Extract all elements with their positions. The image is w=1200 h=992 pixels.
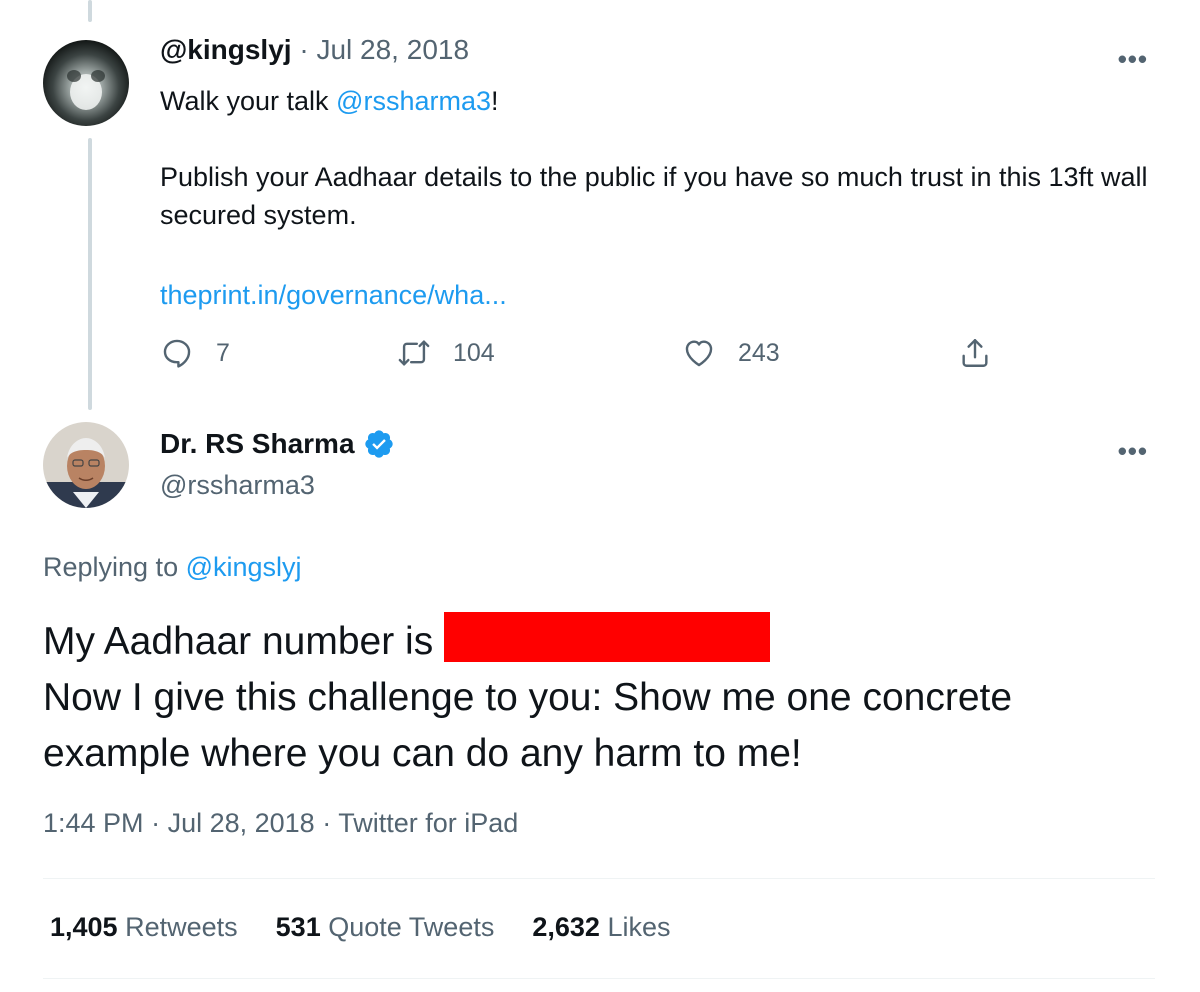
divider-bottom: [43, 978, 1155, 979]
verified-badge-icon: [364, 430, 393, 458]
main-text-line1: My Aadhaar number is: [43, 620, 445, 663]
likes-stat[interactable]: 2,632 Likes: [532, 912, 670, 943]
tweet-date[interactable]: Jul 28, 2018: [316, 34, 469, 65]
author-name[interactable]: Dr. RS Sharma: [160, 428, 355, 460]
retweets-label: Retweets: [125, 912, 238, 942]
replying-to: Replying to @kingslyj: [43, 552, 302, 583]
tweet-date-main[interactable]: Jul 28, 2018: [168, 808, 315, 838]
more-options-icon-main[interactable]: •••: [1118, 438, 1148, 464]
tweet-source[interactable]: Twitter for iPad: [338, 808, 518, 838]
kingslyj-avatar[interactable]: [43, 40, 129, 126]
tweet-text-end: !: [491, 86, 499, 116]
retweet-icon: [398, 340, 430, 366]
quotes-count: 531: [275, 912, 321, 942]
like-count: 243: [738, 338, 780, 367]
retweet-count: 104: [453, 338, 495, 367]
tweet-actions: 7 104 243: [160, 336, 1020, 380]
retweets-stat[interactable]: 1,405 Retweets: [50, 912, 238, 943]
redaction-box: [444, 612, 771, 662]
reply-count: 7: [216, 338, 230, 367]
meta-separator-2: ·: [322, 808, 339, 838]
share-button[interactable]: [958, 336, 1014, 370]
tweet-text-line1: Walk your talk @rssharma3!: [160, 82, 1150, 120]
reply-icon: [163, 339, 191, 368]
more-options-icon[interactable]: •••: [1118, 46, 1148, 72]
mention-link[interactable]: @rssharma3: [336, 86, 491, 116]
main-tweet-text: My Aadhaar number is Now I give this cha…: [43, 612, 1163, 782]
retweets-count: 1,405: [50, 912, 118, 942]
like-button[interactable]: 243: [682, 336, 780, 370]
tweet-meta: 1:44 PM · Jul 28, 2018 · Twitter for iPa…: [43, 808, 518, 839]
reply-button[interactable]: 7: [160, 336, 230, 370]
quotes-label: Quote Tweets: [328, 912, 495, 942]
tweet-paragraph: Publish your Aadhaar details to the publ…: [160, 162, 1148, 230]
author-handle[interactable]: @kingslyj: [160, 34, 292, 65]
heart-icon: [685, 340, 713, 367]
rssharma-avatar[interactable]: [43, 422, 129, 508]
separator: ·: [299, 34, 309, 65]
thread-line-top: [88, 0, 92, 22]
tweet-header: @kingslyj · Jul 28, 2018: [160, 34, 469, 66]
likes-label: Likes: [607, 912, 671, 942]
thread-line: [88, 138, 92, 410]
author-name-row[interactable]: Dr. RS Sharma: [160, 428, 395, 460]
article-link[interactable]: theprint.in/governance/wha...: [160, 276, 1150, 314]
engagement-stats: 1,405 Retweets 531 Quote Tweets 2,632 Li…: [50, 912, 708, 943]
divider: [43, 878, 1155, 879]
tweet-time[interactable]: 1:44 PM: [43, 808, 144, 838]
author-handle-sub[interactable]: @rssharma3: [160, 470, 315, 501]
replying-handle-link[interactable]: @kingslyj: [186, 552, 302, 582]
retweet-button[interactable]: 104: [397, 336, 495, 370]
share-icon: [962, 339, 988, 367]
quotes-stat[interactable]: 531 Quote Tweets: [276, 912, 495, 943]
meta-separator-1: ·: [151, 808, 168, 838]
main-text-line2: Now I give this challenge to you: Show m…: [43, 676, 1013, 775]
replying-prefix: Replying to: [43, 552, 186, 582]
likes-count: 2,632: [532, 912, 600, 942]
tweet-text: Walk your talk: [160, 86, 337, 116]
